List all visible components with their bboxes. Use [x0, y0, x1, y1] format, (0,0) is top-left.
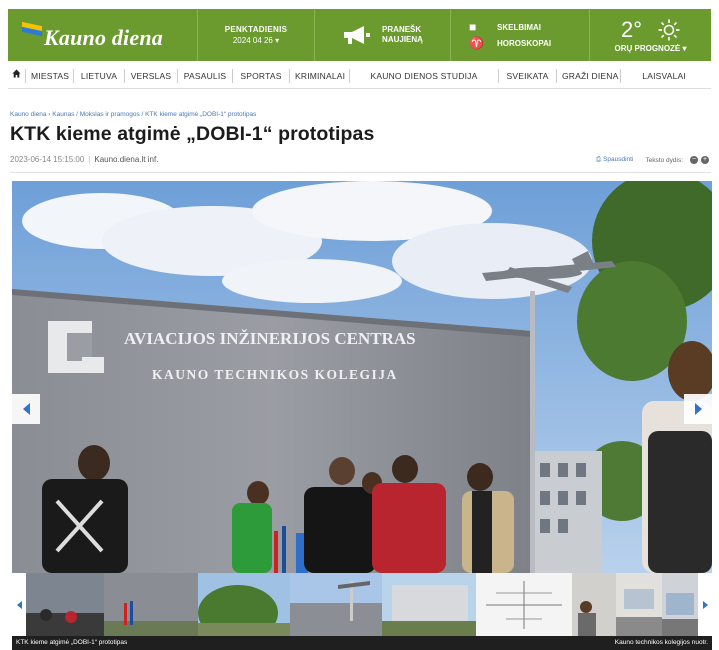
thumbnail-strip	[12, 573, 712, 636]
thumbnail-2[interactable]	[104, 573, 198, 636]
nav-item-pasaulis[interactable]: PASAULIS	[178, 68, 233, 83]
nav-item-kriminalai[interactable]: KRIMINALAI	[290, 68, 350, 83]
article-meta: 2023-06-14 15:15:00 | Kauno.diena.lt inf.	[10, 155, 158, 164]
chevron-right-icon	[694, 403, 702, 415]
nav-item-verslas[interactable]: VERSLAS	[125, 68, 178, 83]
weather-label-row: ORŲ PROGNOZĖ ▾	[614, 44, 686, 53]
thumbnail-4[interactable]	[290, 573, 382, 636]
photo-caption-bar: KTK kieme atgimė „DOBI-1“ prototipas Kau…	[12, 636, 712, 650]
ads-horoscope-links: ■ SKELBIMAI ♈ HOROSKOPAI	[451, 9, 590, 61]
chevron-down-icon: ▾	[682, 44, 687, 53]
site-header: Kauno diena PENKTADIENIS 2024 04 26 ▾ PR…	[8, 9, 711, 61]
ads-link[interactable]: ■ SKELBIMAI	[469, 19, 541, 35]
thumbnail-1[interactable]	[26, 573, 104, 636]
horoscope-link[interactable]: ♈ HOROSKOPAI	[469, 35, 551, 51]
chevron-down-icon: ▾	[275, 36, 280, 45]
thumbnail-9[interactable]	[662, 573, 698, 636]
report-label-2: NAUJIENĄ	[382, 35, 423, 44]
gallery-next-button[interactable]	[684, 394, 712, 424]
logo-text: Kauno diena	[44, 25, 163, 50]
print-button[interactable]: ⎙ Spausdinti	[596, 156, 633, 164]
building-sign-line1: AVIACIJOS INŽINERIJOS CENTRAS	[124, 329, 416, 348]
site-logo[interactable]: Kauno diena	[8, 9, 198, 61]
thumbs-prev-button[interactable]	[12, 573, 26, 636]
date-value: 2024 04 26	[232, 36, 273, 45]
report-label-1: PRANEŠK	[382, 25, 422, 34]
meta-separator: |	[88, 155, 91, 164]
thumbnail-6[interactable]	[476, 573, 572, 636]
thumbnail-7[interactable]	[572, 573, 616, 636]
text-smaller-button[interactable]: −	[690, 156, 698, 164]
nav-item-sveikata[interactable]: SVEIKATA	[499, 68, 557, 83]
home-icon[interactable]	[8, 68, 26, 83]
nav-item-grazi-diena[interactable]: GRAŽI DIENA	[557, 68, 621, 83]
building-sign-line2: KAUNO TECHNIKOS KOLEGIJA	[152, 367, 398, 382]
nav-item-miestas[interactable]: MIESTAS	[26, 68, 74, 83]
photo-caption: KTK kieme atgimė „DOBI-1“ prototipas	[16, 639, 128, 646]
report-news-button[interactable]: PRANEŠK NAUJIENĄ	[315, 9, 451, 61]
gallery-prev-button[interactable]	[12, 394, 40, 424]
printer-icon: ⎙	[596, 156, 604, 163]
logo-flag-icon	[22, 21, 42, 38]
horoscope-icon: ♈	[469, 36, 484, 50]
horoscope-label: HOROSKOPAI	[497, 38, 552, 48]
article-datetime: 2023-06-14 15:15:00	[10, 155, 85, 164]
divider	[10, 172, 711, 173]
breadcrumb[interactable]: Kauno diena › Kaunas / Mokslas ir pramog…	[10, 111, 256, 118]
article-source: Kauno.diena.lt inf.	[94, 155, 159, 164]
date-day: PENKTADIENIS	[224, 25, 288, 34]
nav-item-laisvalaikis[interactable]: LAISVALAI	[621, 69, 691, 83]
thumbs-next-button[interactable]	[698, 573, 712, 636]
weather-label: ORŲ PROGNOZĖ	[614, 44, 681, 53]
temperature: 2°	[620, 17, 643, 42]
text-size-label: Teksto dydis:	[645, 156, 683, 164]
text-larger-button[interactable]: +	[701, 156, 709, 164]
article-tools: ⎙ Spausdinti Teksto dydis: − +	[596, 156, 709, 164]
chevron-left-icon	[22, 403, 30, 415]
main-nav: MIESTAS LIETUVA VERSLAS PASAULIS SPORTAS…	[8, 63, 711, 89]
megaphone-icon	[344, 26, 371, 44]
chevron-left-icon	[16, 600, 22, 609]
date-value-row: 2024 04 26 ▾	[233, 35, 279, 46]
ads-icon: ■	[469, 20, 477, 34]
photo-credit: Kauno technikos kolegijos nuotr.	[614, 639, 708, 646]
thumbnail-3[interactable]	[198, 573, 290, 636]
date-selector[interactable]: PENKTADIENIS 2024 04 26 ▾	[198, 9, 315, 61]
nav-item-sportas[interactable]: SPORTAS	[233, 68, 290, 83]
ads-label: SKELBIMAI	[497, 22, 541, 32]
page-title: KTK kieme atgimė „DOBI-1“ prototipas	[10, 123, 375, 145]
weather-widget[interactable]: 2° ORŲ PROGNOZĖ ▾	[590, 9, 711, 61]
nav-item-studija[interactable]: KAUNO DIENOS STUDIJA	[350, 68, 499, 83]
sun-icon	[658, 19, 680, 41]
print-label: Spausdinti	[603, 156, 634, 163]
chevron-right-icon	[702, 600, 708, 609]
nav-item-lietuva[interactable]: LIETUVA	[74, 68, 125, 83]
main-photo[interactable]: AVIACIJOS INŽINERIJOS CENTRAS KAUNO TECH…	[12, 181, 712, 573]
thumbnail-8[interactable]	[616, 573, 662, 636]
thumbnail-5[interactable]	[382, 573, 476, 636]
